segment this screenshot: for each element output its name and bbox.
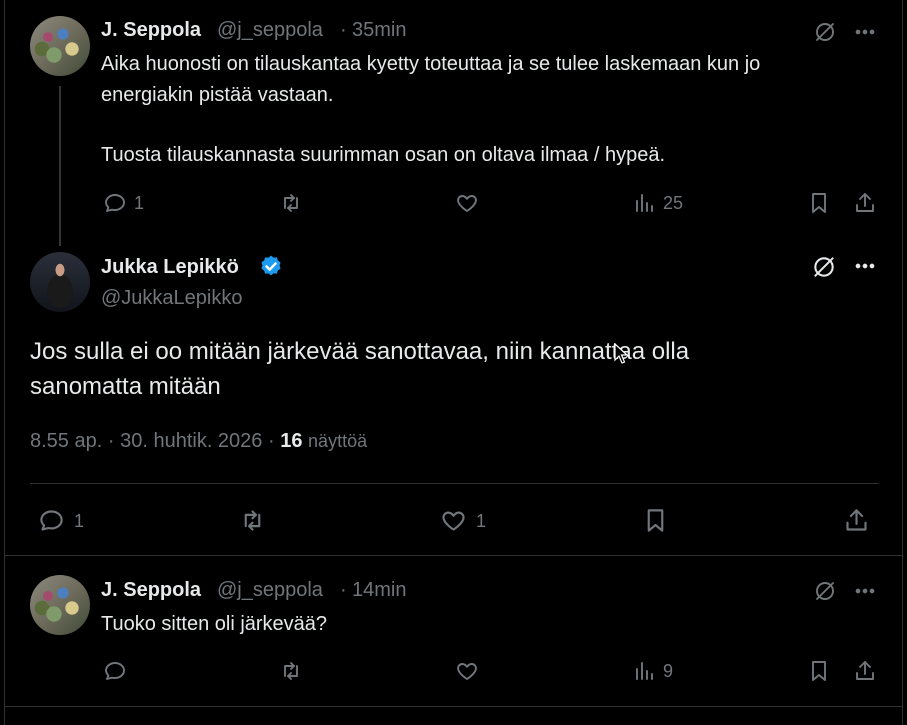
tweet-time[interactable]: 35min <box>352 19 406 42</box>
share-icon[interactable] <box>851 189 879 217</box>
meta-separator: · <box>340 19 347 41</box>
reply-icon[interactable] <box>101 657 129 685</box>
reply-count: 1 <box>74 511 85 531</box>
tweet-text-line: Tuosta tilauskannasta suurimman osan on … <box>101 144 666 166</box>
share-icon[interactable] <box>841 505 871 535</box>
views-icon[interactable] <box>630 657 658 685</box>
divider <box>4 555 903 556</box>
grok-icon[interactable] <box>811 18 839 46</box>
retweet-icon[interactable] <box>277 657 305 685</box>
divider <box>4 706 903 707</box>
retweet-icon[interactable] <box>237 505 267 535</box>
reply-count: 1 <box>134 193 145 213</box>
avatar[interactable] <box>30 16 90 76</box>
avatar[interactable] <box>30 252 90 312</box>
tweet-time[interactable]: 8.55 ap. <box>30 430 102 452</box>
views-count: 16 <box>280 430 303 452</box>
tweet-text-line: Aika huonosti on tilauskantaa kyetty tot… <box>101 53 761 75</box>
author-handle[interactable]: @JukkaLepikko <box>101 287 242 310</box>
more-icon[interactable] <box>851 252 879 280</box>
author-handle[interactable]: @j_seppola <box>217 579 323 602</box>
meta-separator: · <box>107 430 115 452</box>
author-name[interactable]: J. Seppola <box>101 19 201 42</box>
views-count: 9 <box>663 661 674 681</box>
reply-icon[interactable] <box>36 505 66 535</box>
tweet-date[interactable]: 30. huhtik. 2026 <box>120 430 262 452</box>
views-count: 25 <box>663 193 684 213</box>
retweet-icon[interactable] <box>277 189 305 217</box>
grok-icon[interactable] <box>811 577 839 605</box>
views-icon[interactable] <box>630 189 658 217</box>
timeline-border-left <box>4 0 5 725</box>
share-icon[interactable] <box>851 657 879 685</box>
mouse-cursor-icon <box>614 343 628 364</box>
tweet-text: Jos sulla ei oo mitään järkevää sanottav… <box>30 334 890 404</box>
like-icon[interactable] <box>453 657 481 685</box>
tweet-text: Tuoko sitten oli järkevää? <box>101 613 328 635</box>
tweet-text-line: Jos sulla ei oo mitään järkevää sanottav… <box>30 338 690 365</box>
meta-separator: · <box>340 579 347 601</box>
like-count: 1 <box>476 511 487 531</box>
reply-icon[interactable] <box>101 189 129 217</box>
divider <box>30 483 879 484</box>
author-name[interactable]: Jukka Lepikkö <box>101 256 239 279</box>
tweet-timestamp: 8.55 ap. · 30. huhtik. 2026 · 16 näyttöä <box>30 430 367 453</box>
bookmark-icon[interactable] <box>640 505 670 535</box>
more-icon[interactable] <box>851 577 879 605</box>
tweet-text: Aika huonosti on tilauskantaa kyetty tot… <box>101 49 891 171</box>
more-icon[interactable] <box>851 18 879 46</box>
tweet-time[interactable]: 14min <box>352 579 406 602</box>
meta-separator: · <box>268 430 275 452</box>
bookmark-icon[interactable] <box>805 657 833 685</box>
thread-line <box>59 86 61 246</box>
author-handle[interactable]: @j_seppola <box>217 19 323 42</box>
avatar[interactable] <box>30 575 90 635</box>
tweet-text-line: sanomatta mitään <box>30 373 221 400</box>
like-icon[interactable] <box>453 189 481 217</box>
grok-icon[interactable] <box>809 252 839 282</box>
like-icon[interactable] <box>438 505 468 535</box>
bookmark-icon[interactable] <box>805 189 833 217</box>
views-label: näyttöä <box>308 431 368 451</box>
tweet-text-line: energiakin pistää vastaan. <box>101 84 334 106</box>
author-name[interactable]: J. Seppola <box>101 579 201 602</box>
timeline-border-right <box>902 0 903 725</box>
verified-badge-icon <box>261 255 281 276</box>
